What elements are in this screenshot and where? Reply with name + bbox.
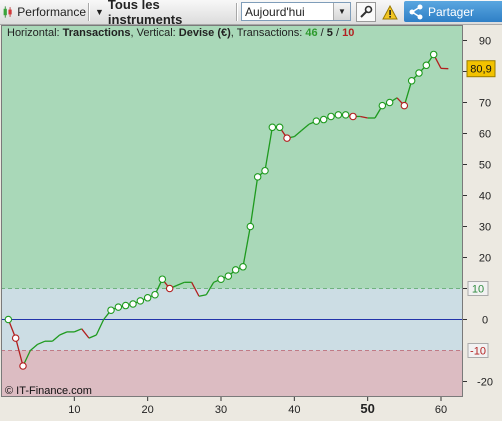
- chevron-down-icon: ▼: [95, 7, 104, 17]
- header-mid: , Vertical:: [130, 27, 179, 39]
- performance-button[interactable]: Performance: [2, 2, 86, 22]
- tool-button[interactable]: [356, 2, 376, 22]
- warning-icon: [382, 4, 398, 19]
- data-point[interactable]: [231, 266, 240, 274]
- y-tick-label: 30: [479, 222, 491, 234]
- header-count-wins: 46: [305, 27, 318, 39]
- header-separator: /: [332, 27, 343, 39]
- y-tick-label: 20: [479, 253, 491, 265]
- data-point[interactable]: [261, 166, 269, 175]
- chart-header: Horizontal: Transactions, Vertical: Devi…: [7, 27, 354, 39]
- data-point[interactable]: [11, 334, 20, 342]
- data-point[interactable]: [319, 115, 328, 124]
- data-point[interactable]: [4, 315, 13, 324]
- data-point[interactable]: [349, 112, 357, 121]
- toolbar-divider: [88, 3, 90, 21]
- header-vertical-value: Devise (€): [178, 27, 231, 39]
- x-tick-label: 30: [215, 404, 227, 416]
- x-tick-label: 60: [435, 404, 447, 416]
- last-value-label: 80,9: [470, 64, 491, 76]
- data-point[interactable]: [407, 77, 416, 85]
- y-tick-label: 70: [479, 98, 491, 110]
- x-tick-label: 40: [288, 404, 300, 416]
- header-prefix: Horizontal:: [7, 27, 63, 39]
- y-tick-label: 40: [479, 191, 491, 203]
- data-point[interactable]: [283, 134, 291, 142]
- data-point[interactable]: [268, 123, 277, 132]
- data-point[interactable]: [327, 112, 335, 121]
- data-point[interactable]: [143, 294, 152, 302]
- data-point[interactable]: [121, 301, 130, 310]
- period-select[interactable]: Aujourd'hui ▼: [241, 2, 351, 21]
- data-point[interactable]: [217, 275, 225, 283]
- y-tick-label: 90: [479, 36, 491, 48]
- y-tick-label: 60: [479, 129, 491, 141]
- chart-canvas[interactable]: -200203040506070809010-1080,910203040506…: [1, 25, 501, 420]
- share-icon: [409, 4, 423, 19]
- header-count-losses: 10: [342, 27, 355, 39]
- performance-label: Performance: [17, 5, 86, 19]
- data-point[interactable]: [239, 263, 247, 271]
- x-tick-label: 10: [68, 404, 80, 416]
- lower-threshold-label: -10: [470, 346, 486, 358]
- y-tick-label: 0: [482, 315, 488, 327]
- data-point[interactable]: [107, 306, 115, 314]
- data-point[interactable]: [378, 101, 387, 110]
- instruments-label: Tous les instruments: [107, 0, 183, 27]
- toolbar: Performance ▼ Tous les instruments Aujou…: [0, 0, 502, 27]
- data-point[interactable]: [275, 123, 284, 132]
- alert-button[interactable]: [381, 2, 399, 22]
- data-point[interactable]: [114, 303, 123, 311]
- data-point[interactable]: [165, 284, 174, 293]
- chevron-down-icon[interactable]: ▼: [333, 3, 350, 20]
- x-tick-label: 20: [142, 404, 154, 416]
- profit-zone: [1, 25, 463, 289]
- y-tick-label: -20: [477, 377, 493, 389]
- data-point[interactable]: [136, 297, 145, 305]
- data-point[interactable]: [334, 111, 343, 119]
- data-point[interactable]: [312, 117, 321, 125]
- wrench-icon: [360, 5, 373, 18]
- performance-chart[interactable]: -200203040506070809010-1080,910203040506…: [1, 25, 501, 420]
- x-tick-label: 50: [360, 401, 374, 416]
- period-value: Aujourd'hui: [245, 5, 305, 19]
- instruments-dropdown[interactable]: ▼ Tous les instruments: [92, 0, 234, 27]
- data-point[interactable]: [429, 50, 438, 59]
- data-point[interactable]: [158, 275, 167, 283]
- data-point[interactable]: [246, 222, 255, 231]
- data-point[interactable]: [422, 61, 431, 70]
- toolbar-divider: [236, 3, 238, 21]
- header-suffix: , Transactions:: [230, 27, 306, 39]
- upper-threshold-label: 10: [472, 284, 484, 296]
- header-horizontal-value: Transactions: [62, 27, 131, 39]
- data-point[interactable]: [224, 272, 233, 280]
- watermark: © IT-Finance.com: [5, 385, 92, 397]
- share-button[interactable]: Partager: [404, 1, 502, 22]
- data-point[interactable]: [253, 173, 262, 181]
- y-tick-label: 50: [479, 160, 491, 172]
- data-point[interactable]: [385, 98, 394, 107]
- candlestick-icon: [3, 6, 12, 18]
- data-point[interactable]: [151, 290, 159, 299]
- data-point[interactable]: [19, 362, 27, 370]
- data-point[interactable]: [400, 101, 409, 110]
- data-point[interactable]: [341, 111, 350, 119]
- share-label: Partager: [428, 4, 475, 19]
- data-point[interactable]: [415, 69, 423, 77]
- header-separator: /: [317, 27, 327, 39]
- data-point[interactable]: [129, 300, 137, 308]
